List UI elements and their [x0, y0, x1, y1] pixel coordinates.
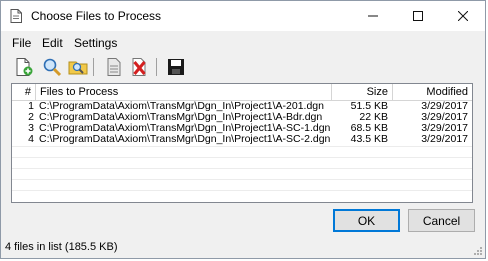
row-number: 4	[28, 133, 34, 145]
add-file-button[interactable]	[13, 56, 35, 78]
toolbar-separator	[93, 58, 94, 76]
empty-row-line	[12, 168, 472, 169]
status-bar: 4 files in list (185.5 KB)	[1, 237, 485, 258]
properties-icon	[107, 58, 121, 76]
minimize-icon	[367, 15, 378, 17]
header-modified[interactable]: Modified	[393, 84, 472, 100]
close-button[interactable]	[440, 1, 485, 31]
properties-button[interactable]	[103, 56, 125, 78]
header-size[interactable]: Size	[332, 84, 393, 100]
file-list[interactable]: # Files to Process Size Modified 1 C:\Pr…	[11, 83, 473, 203]
empty-row-line	[12, 179, 472, 180]
document-icon	[10, 9, 22, 23]
resize-grip-icon[interactable]	[473, 246, 483, 256]
menu-settings[interactable]: Settings	[74, 36, 117, 50]
delete-file-icon	[132, 58, 146, 76]
menu-edit[interactable]: Edit	[42, 36, 63, 50]
header-files[interactable]: Files to Process	[36, 84, 332, 100]
status-text: 4 files in list (185.5 KB)	[5, 241, 118, 253]
empty-row-line	[12, 146, 472, 147]
find-in-folder-icon	[68, 61, 88, 75]
ok-button[interactable]: OK	[333, 209, 400, 232]
menu-file[interactable]: File	[12, 36, 31, 50]
minimize-button[interactable]	[350, 1, 395, 31]
search-icon	[43, 58, 62, 77]
save-button[interactable]	[165, 56, 187, 78]
empty-row-line	[12, 157, 472, 158]
save-icon	[168, 59, 184, 75]
title-bar[interactable]: Choose Files to Process	[1, 1, 485, 31]
list-header: # Files to Process Size Modified	[12, 84, 472, 101]
add-file-icon	[16, 58, 33, 76]
maximize-icon	[412, 11, 423, 21]
search-button[interactable]	[41, 56, 63, 78]
toolbar-separator	[156, 58, 157, 76]
row-file-path: C:\ProgramData\Axiom\TransMgr\Dgn_In\Pro…	[39, 133, 331, 145]
header-number[interactable]: #	[12, 84, 36, 100]
cancel-button[interactable]: Cancel	[408, 209, 475, 232]
row-modified: 3/29/2017	[421, 133, 468, 145]
row-size: 43.5 KB	[350, 133, 388, 145]
window-title: Choose Files to Process	[31, 9, 162, 23]
table-row[interactable]: 4 C:\ProgramData\Axiom\TransMgr\Dgn_In\P…	[12, 134, 472, 145]
empty-row-line	[12, 190, 472, 191]
maximize-button[interactable]	[395, 1, 440, 31]
dialog-window: Choose Files to Process File Edit Settin…	[0, 0, 486, 259]
delete-file-button[interactable]	[129, 56, 151, 78]
close-icon	[457, 11, 468, 21]
find-in-folder-button[interactable]	[67, 56, 89, 78]
toolbar	[1, 54, 485, 80]
